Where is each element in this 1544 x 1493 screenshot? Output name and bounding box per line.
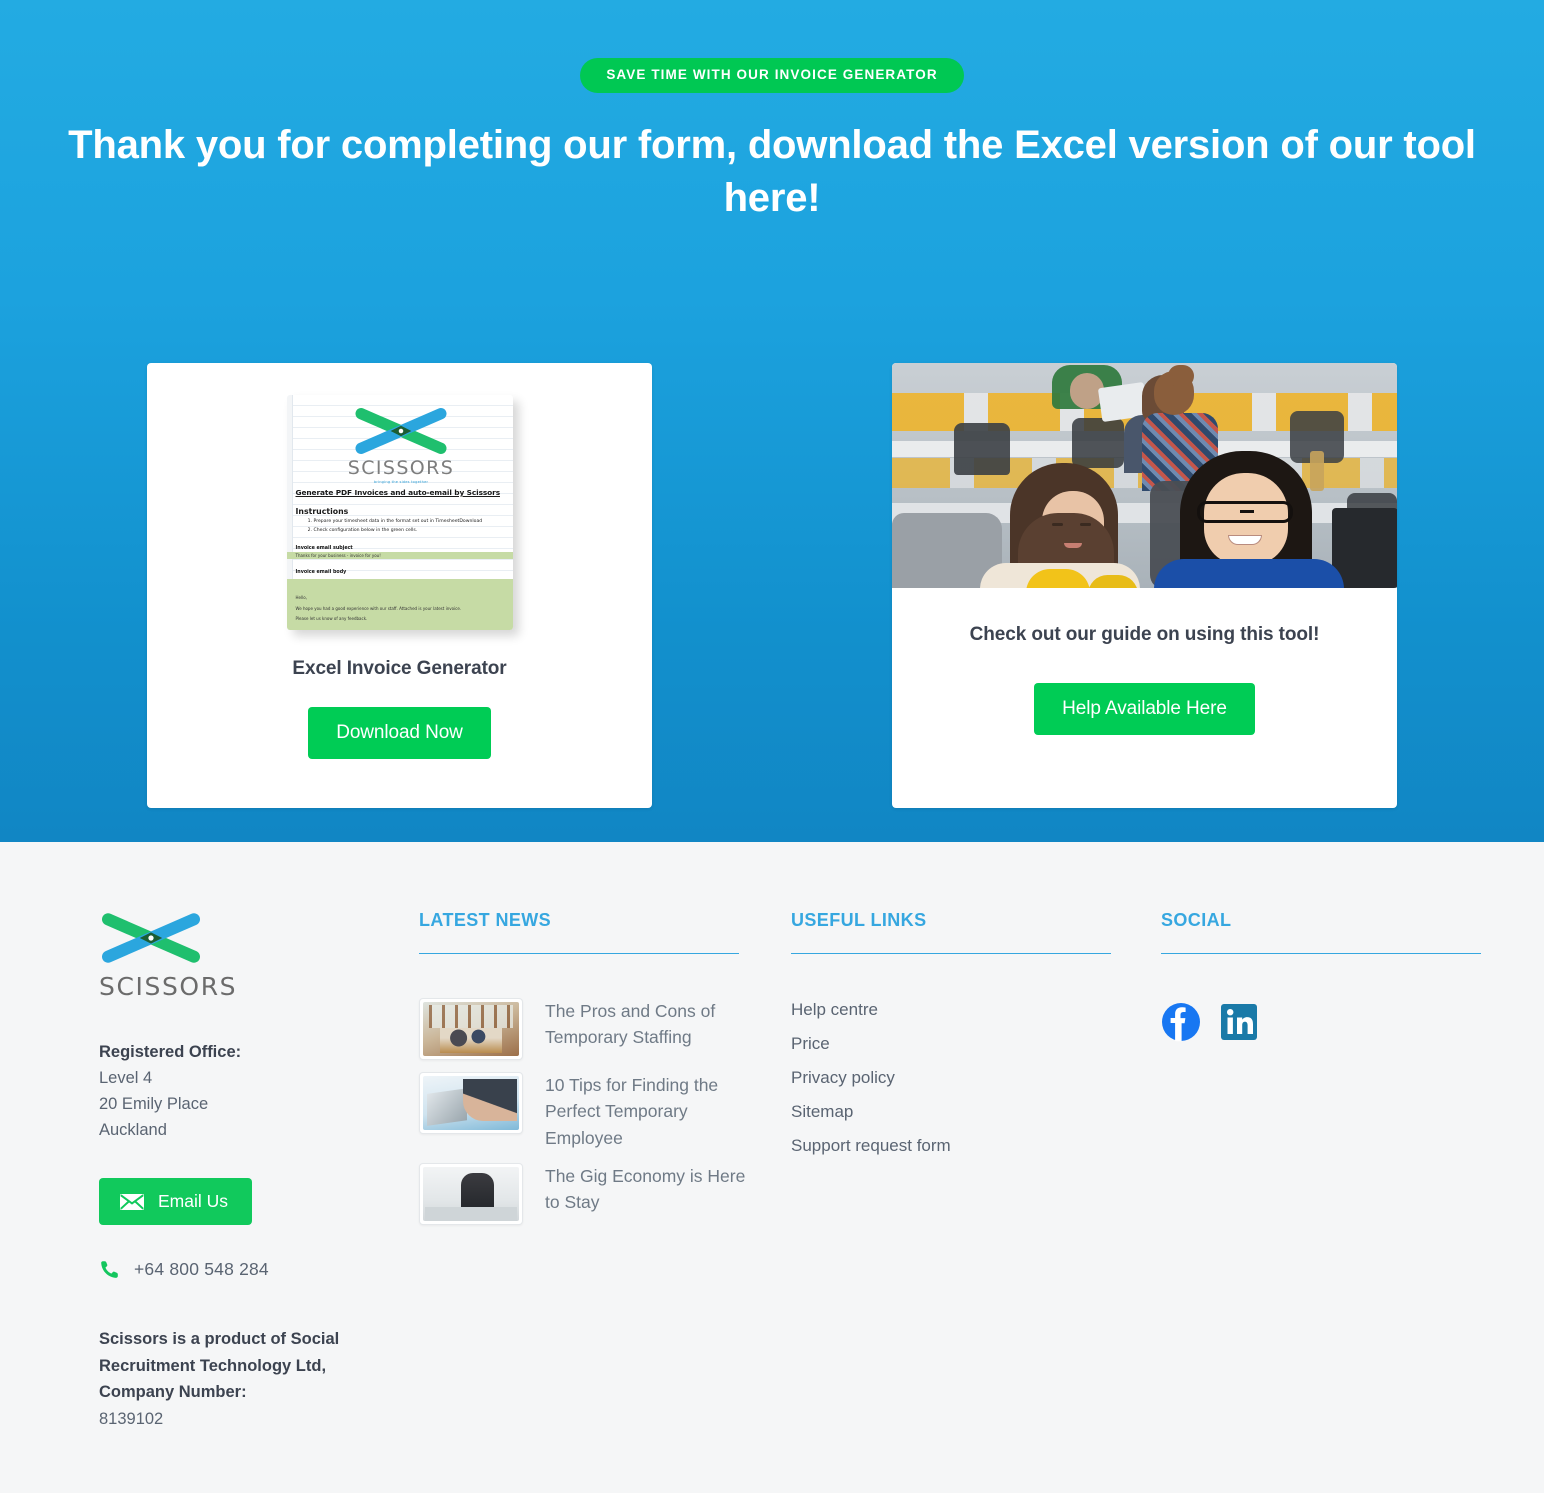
guide-card: Check out our guide on using this tool! … — [892, 363, 1397, 808]
help-available-here-button[interactable]: Help Available Here — [1034, 683, 1255, 735]
photo-bottle — [1310, 451, 1324, 491]
sheet-tagline: bringing the sides together — [373, 480, 429, 484]
cards-row: SCISSORS bringing the sides together Gen… — [0, 363, 1544, 808]
news-thumbnail — [419, 1162, 523, 1225]
linkedin-icon[interactable] — [1219, 1002, 1259, 1042]
sheet-instructions-list: Prepare your timesheet data in the forma… — [314, 518, 507, 535]
email-us-button[interactable]: Email Us — [99, 1178, 253, 1225]
cafe-team-meeting-thumbnail — [423, 1002, 519, 1056]
sheet-subject-label: Invoice email subject — [295, 546, 353, 552]
social-heading: SOCIAL — [1161, 910, 1232, 930]
photo-background-person-hair — [1168, 365, 1194, 387]
facebook-icon[interactable] — [1161, 1002, 1201, 1042]
site-footer: SCISSORS Registered Office: Level 4 20 E… — [0, 842, 1544, 1493]
link-price[interactable]: Price — [791, 1034, 1133, 1054]
sheet-heading: Generate PDF Invoices and auto-email by … — [295, 488, 501, 497]
phone-row[interactable]: +64 800 548 284 — [99, 1259, 391, 1280]
sheet-body-line: Please let us know of any feedback. — [295, 616, 368, 622]
news-item-title: The Gig Economy is Here to Stay — [545, 1165, 746, 1212]
download-card: SCISSORS bringing the sides together Gen… — [147, 363, 652, 808]
download-button-wrap: Download Now — [308, 707, 491, 759]
eyebrow-wrap: SAVE TIME WITH OUR INVOICE GENERATOR — [0, 0, 1544, 93]
scissors-logo-icon — [102, 913, 200, 963]
photo-monitor — [1332, 508, 1397, 588]
divider — [419, 953, 739, 954]
guide-card-title: Check out our guide on using this tool! — [969, 624, 1320, 645]
sheet-subject-value: Thanks for your business - invoice for y… — [286, 552, 513, 560]
news-thumbnail — [419, 1072, 523, 1134]
guide-button-wrap: Help Available Here — [1034, 683, 1255, 735]
phone-icon — [101, 1261, 118, 1278]
footer-brand-column: SCISSORS Registered Office: Level 4 20 E… — [47, 910, 419, 1433]
footer-brand-name: SCISSORS — [99, 972, 238, 1001]
footer-grid: SCISSORS Registered Office: Level 4 20 E… — [47, 910, 1497, 1433]
divider — [1161, 953, 1481, 954]
social-icons-row — [1161, 1002, 1469, 1042]
news-thumbnail — [419, 998, 523, 1060]
scissors-logo-icon — [355, 408, 447, 454]
photo-chair — [954, 423, 1010, 475]
footer-links-column: USEFUL LINKS Help centre Price Privacy p… — [791, 910, 1161, 1433]
link-support-request-form[interactable]: Support request form — [791, 1136, 1133, 1156]
address-line: Auckland — [99, 1121, 167, 1139]
link-help-centre[interactable]: Help centre — [791, 1000, 1133, 1020]
sheet-body-line: Hello, — [295, 595, 307, 601]
news-item-title: 10 Tips for Finding the Perfect Temporar… — [545, 1075, 719, 1148]
useful-links-heading: USEFUL LINKS — [791, 910, 927, 930]
company-number: 8139102 — [99, 1410, 164, 1429]
page-title: Thank you for completing our form, downl… — [68, 122, 1476, 221]
photo-woman-body — [1154, 559, 1344, 588]
office-photo — [892, 363, 1397, 588]
sheet-body-line: We hope you had a good experience with o… — [295, 605, 462, 611]
excel-thumbnail: SCISSORS bringing the sides together Gen… — [286, 395, 513, 630]
phone-number: +64 800 548 284 — [134, 1259, 269, 1279]
legal-text: Scissors is a product of Social Recruitm… — [99, 1326, 391, 1433]
news-item-title: The Pros and Cons of Temporary Staffing — [545, 1001, 716, 1048]
photo-woman-mouth — [1228, 535, 1262, 545]
download-now-button[interactable]: Download Now — [308, 707, 491, 759]
news-item[interactable]: The Gig Economy is Here to Stay — [419, 1162, 763, 1225]
download-card-title: Excel Invoice Generator — [292, 658, 507, 679]
latest-news-heading: LATEST NEWS — [419, 910, 552, 930]
sheet-brand-name: SCISSORS — [347, 457, 455, 479]
sheet-body-value: Hello, We hope you had a good experience… — [286, 579, 513, 630]
photo-woman-glasses-bridge — [1240, 510, 1254, 513]
footer-social-column: SOCIAL — [1161, 910, 1497, 1433]
footer-news-column: LATEST NEWS The Pros and Cons of Tempora… — [419, 910, 791, 1433]
link-privacy-policy[interactable]: Privacy policy — [791, 1068, 1133, 1088]
sheet-logo: SCISSORS bringing the sides together — [296, 401, 507, 484]
eyebrow-badge: SAVE TIME WITH OUR INVOICE GENERATOR — [580, 58, 964, 93]
useful-links-list: Help centre Price Privacy policy Sitemap… — [791, 1000, 1133, 1156]
handshake-laptop-thumbnail — [423, 1076, 519, 1130]
photo-woman-eye — [1052, 523, 1063, 526]
sheet-instruction-item: Check configuration below in the green c… — [314, 527, 507, 536]
envelope-icon — [120, 1193, 144, 1210]
legal-statement: Scissors is a product of Social Recruitm… — [99, 1330, 340, 1402]
photo-chair — [1072, 418, 1124, 468]
link-sitemap[interactable]: Sitemap — [791, 1102, 1133, 1122]
hero-section: SAVE TIME WITH OUR INVOICE GENERATOR Tha… — [0, 0, 1544, 842]
address-line: Level 4 — [99, 1069, 153, 1087]
photo-woman-mouth — [1064, 543, 1082, 548]
registered-office-label: Registered Office: — [99, 1043, 242, 1061]
email-us-label: Email Us — [158, 1191, 229, 1211]
sheet-instruction-item: Prepare your timesheet data in the forma… — [314, 518, 507, 527]
address-line: 20 Emily Place — [99, 1095, 209, 1113]
photo-woman-eye — [1080, 523, 1091, 526]
sheet-body-label: Invoice email body — [295, 570, 347, 576]
news-item[interactable]: The Pros and Cons of Temporary Staffing — [419, 998, 763, 1060]
person-working-desk-thumbnail — [423, 1166, 519, 1221]
news-item[interactable]: 10 Tips for Finding the Perfect Temporar… — [419, 1072, 763, 1151]
news-list: The Pros and Cons of Temporary Staffing … — [419, 998, 763, 1225]
divider — [791, 953, 1111, 954]
sheet-instructions-heading: Instructions — [295, 507, 349, 516]
